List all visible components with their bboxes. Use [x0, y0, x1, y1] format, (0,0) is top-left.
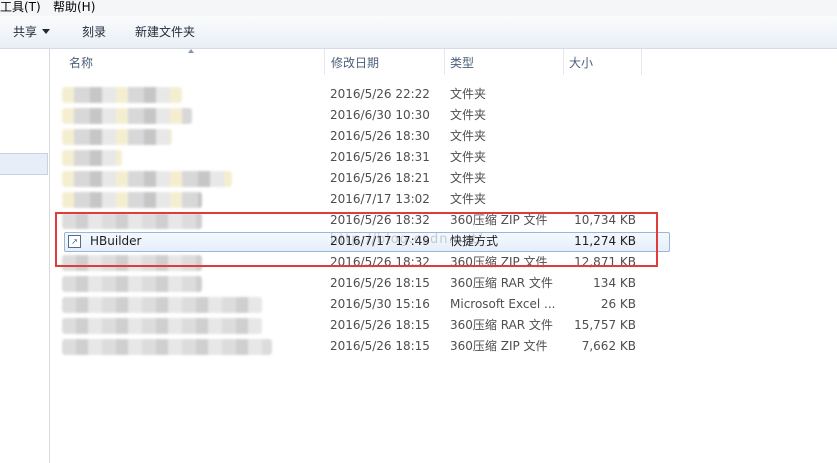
chevron-down-icon [42, 29, 51, 34]
file-type: 文件夹 [450, 192, 487, 206]
file-row[interactable]: 2016/5/26 18:15 360压缩 RAR 文件 15,757 KB [51, 315, 837, 336]
menu-help[interactable]: 帮助(H) [53, 0, 95, 14]
file-type: 360压缩 ZIP 文件 [450, 213, 548, 227]
file-date: 2016/5/26 18:31 [330, 150, 430, 164]
nav-selected-item[interactable] [0, 153, 48, 175]
share-button[interactable]: 共享 [13, 25, 51, 40]
column-headers: 名称 修改日期 类型 大小 [51, 49, 837, 75]
file-date: 2016/5/26 18:32 [330, 255, 430, 269]
redacted-name [62, 255, 202, 271]
file-row[interactable]: 2016/5/26 18:32 360压缩 ZIP 文件 10,734 KB [51, 210, 837, 231]
file-date: 2016/6/30 10:30 [330, 108, 430, 122]
file-size: 15,757 KB [574, 318, 636, 332]
file-type: 360压缩 ZIP 文件 [450, 255, 548, 269]
column-header-size[interactable]: 大小 [564, 49, 642, 75]
file-size: 11,274 KB [574, 234, 636, 248]
file-date: 2016/7/17 17:49 [330, 234, 430, 248]
redacted-name [62, 129, 172, 145]
file-row[interactable]: 2016/5/26 18:32 360压缩 ZIP 文件 12,871 KB [51, 252, 837, 273]
file-date: 2016/5/26 18:30 [330, 129, 430, 143]
file-name: HBuilder [90, 234, 142, 248]
column-header-date[interactable]: 修改日期 [325, 49, 445, 75]
file-date: 2016/5/26 18:21 [330, 171, 430, 185]
file-date: 2016/5/30 15:16 [330, 297, 430, 311]
redacted-name [62, 87, 182, 103]
column-header-type[interactable]: 类型 [445, 49, 564, 75]
file-row[interactable]: 2016/5/26 18:30 文件夹 [51, 126, 837, 147]
share-label: 共享 [13, 25, 38, 39]
shortcut-icon: ↗ [68, 235, 81, 248]
redacted-name [62, 297, 262, 313]
file-date: 2016/5/26 18:32 [330, 213, 430, 227]
redacted-name [62, 108, 192, 124]
file-size: 7,662 KB [581, 339, 636, 353]
file-row[interactable]: 2016/7/17 13:02 文件夹 [51, 189, 837, 210]
file-type: 文件夹 [450, 87, 487, 101]
file-date: 2016/5/26 18:15 [330, 318, 430, 332]
file-type: 文件夹 [450, 129, 487, 143]
redacted-name [62, 318, 262, 334]
menu-tools[interactable]: 工具(T) [0, 0, 41, 14]
file-type: 文件夹 [450, 108, 487, 122]
file-type: 快捷方式 [450, 234, 499, 248]
file-type: 360压缩 ZIP 文件 [450, 339, 548, 353]
file-row[interactable]: ↗ HBuilder 2016/7/17 17:49 快捷方式 11,274 KB [51, 231, 837, 252]
file-date: 2016/5/26 18:15 [330, 339, 430, 353]
file-row[interactable]: 2016/5/30 15:16 Microsoft Excel ... 26 KB [51, 294, 837, 315]
file-type: 文件夹 [450, 150, 487, 164]
file-row[interactable]: 2016/5/26 18:21 文件夹 [51, 168, 837, 189]
file-row[interactable]: 2016/5/26 18:31 文件夹 [51, 147, 837, 168]
file-date: 2016/5/26 18:15 [330, 276, 430, 290]
file-row[interactable]: 2016/5/26 18:15 360压缩 ZIP 文件 7,662 KB [51, 336, 837, 357]
file-row[interactable]: 2016/6/30 10:30 文件夹 [51, 105, 837, 126]
column-header-name[interactable]: 名称 [51, 49, 325, 75]
file-size: 12,871 KB [574, 255, 636, 269]
file-size: 26 KB [600, 297, 636, 311]
file-row[interactable]: 2016/5/26 18:15 360压缩 RAR 文件 134 KB [51, 273, 837, 294]
file-type: 360压缩 RAR 文件 [450, 276, 553, 290]
file-type: 文件夹 [450, 171, 487, 185]
redacted-name [62, 276, 202, 292]
file-size: 10,734 KB [574, 213, 636, 227]
file-type: Microsoft Excel ... [450, 297, 556, 311]
file-size: 134 KB [593, 276, 636, 290]
file-type: 360压缩 RAR 文件 [450, 318, 553, 332]
file-row[interactable]: 2016/5/26 22:22 文件夹 [51, 84, 837, 105]
file-date: 2016/5/26 22:22 [330, 87, 430, 101]
redacted-name [62, 171, 232, 187]
redacted-name [62, 339, 272, 355]
new-folder-button[interactable]: 新建文件夹 [135, 25, 195, 40]
redacted-name [62, 192, 202, 208]
redacted-name [62, 213, 202, 229]
menu-bar: 工具(T) 帮助(H) [0, 0, 837, 16]
command-toolbar: 共享 刻录 新建文件夹 [0, 16, 837, 49]
redacted-name [62, 150, 122, 166]
file-date: 2016/7/17 13:02 [330, 192, 430, 206]
navigation-pane[interactable] [0, 49, 50, 463]
burn-button[interactable]: 刻录 [82, 25, 106, 40]
